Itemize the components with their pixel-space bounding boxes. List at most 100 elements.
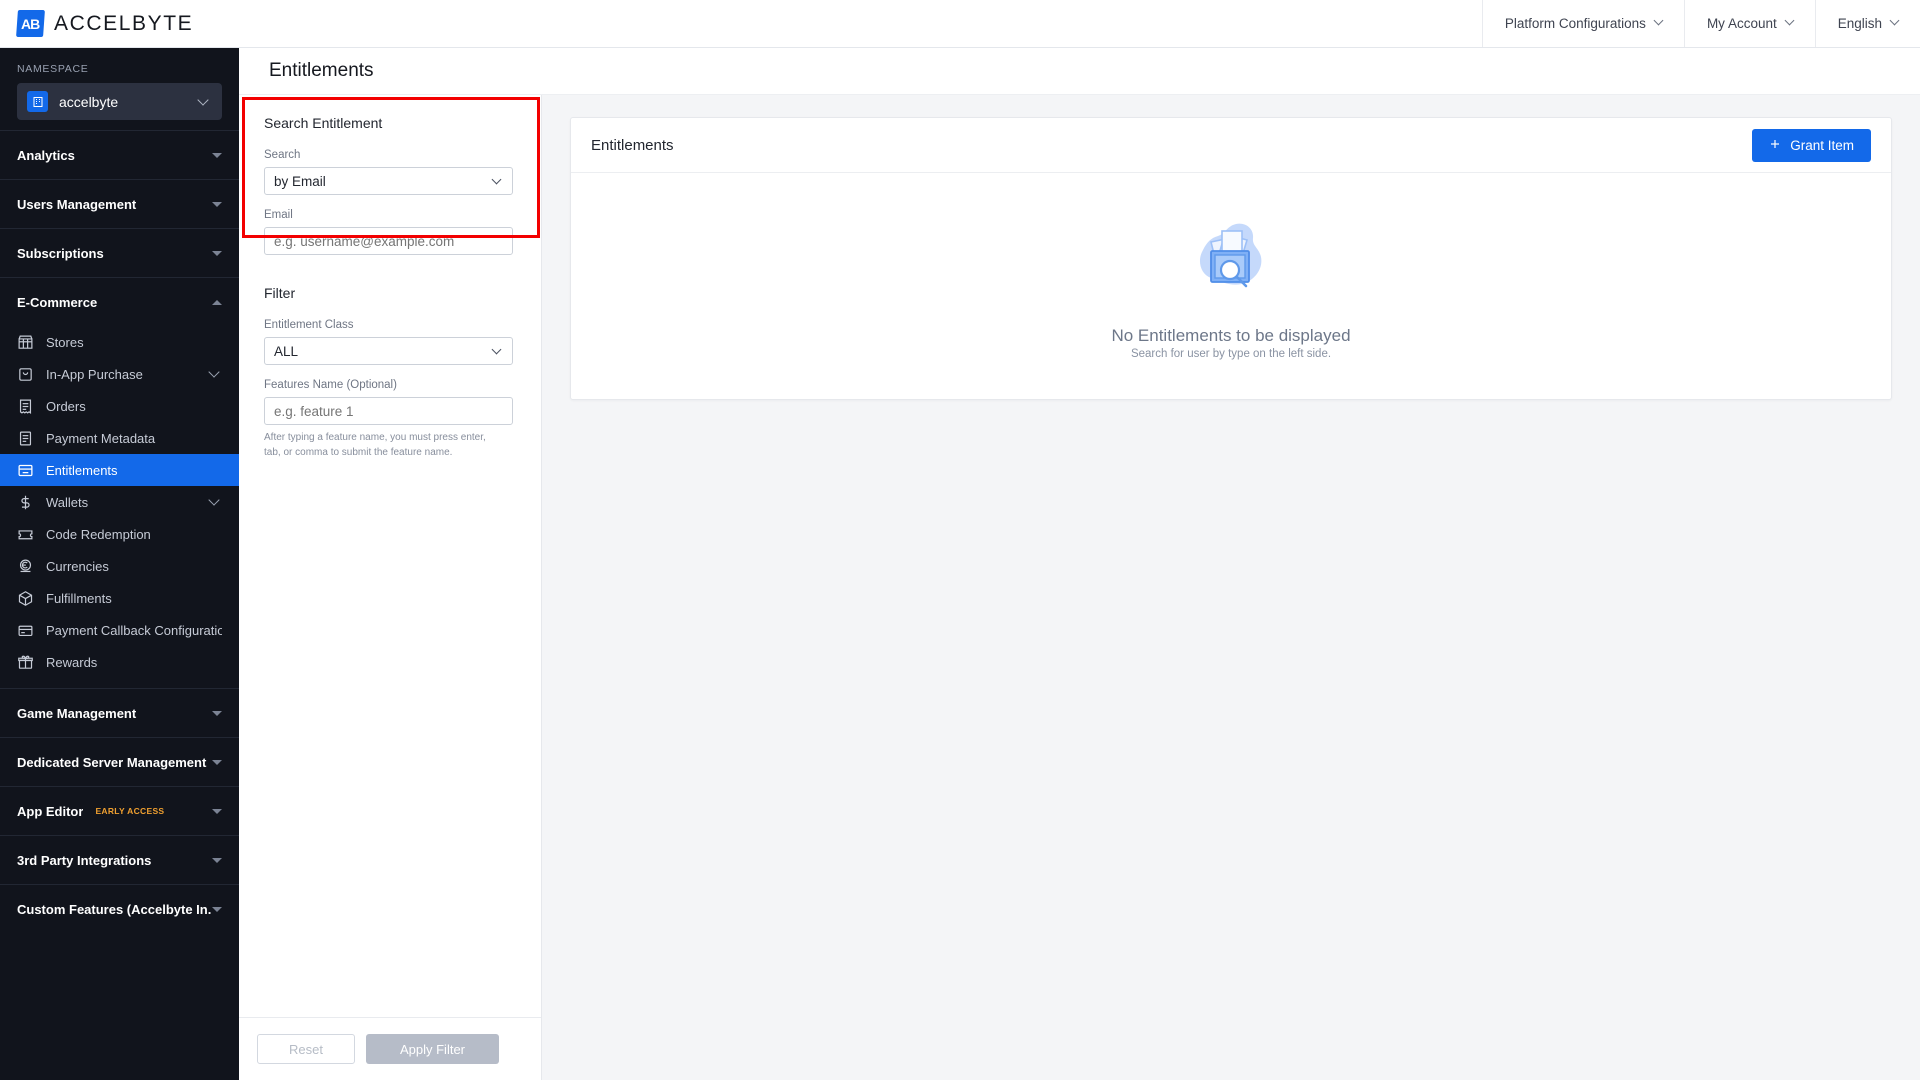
sidebar-item-rewards-label: Rewards bbox=[46, 654, 98, 670]
sidebar-item-stores[interactable]: Stores bbox=[0, 326, 239, 358]
entitlements-card-title: Entitlements bbox=[591, 136, 674, 154]
plus-icon bbox=[1769, 138, 1781, 153]
page-title: Entitlements bbox=[239, 48, 1920, 95]
sidebar-group-subscriptions-label: Subscriptions bbox=[17, 245, 104, 261]
document-icon bbox=[17, 430, 34, 447]
sidebar-group-dedicated-server-management[interactable]: Dedicated Server Management bbox=[0, 737, 239, 786]
sidebar-group-analytics-label: Analytics bbox=[17, 147, 75, 163]
sidebar-item-currencies[interactable]: Currencies bbox=[0, 550, 239, 582]
sidebar-item-wallets[interactable]: Wallets bbox=[0, 486, 239, 518]
sidebar-item-orders-label: Orders bbox=[46, 398, 86, 414]
topnav-language-label: English bbox=[1837, 16, 1882, 31]
logo-mark-text: AB bbox=[21, 15, 40, 32]
sidebar-group-users-management[interactable]: Users Management bbox=[0, 179, 239, 228]
chevron-down-icon bbox=[212, 906, 222, 912]
filter-actions: Reset Apply Filter bbox=[239, 1017, 541, 1080]
entitlements-card: Entitlements Grant Item No Entitlements … bbox=[570, 117, 1892, 400]
sidebar-group-3rd-party-integrations[interactable]: 3rd Party Integrations bbox=[0, 835, 239, 884]
top-bar-spacer bbox=[239, 0, 1482, 47]
search-type-label: Search bbox=[264, 149, 301, 161]
features-name-input[interactable] bbox=[264, 397, 513, 425]
topnav-platform-configurations[interactable]: Platform Configurations bbox=[1481, 0, 1684, 47]
sidebar-group-app-editor-label: App Editor bbox=[17, 803, 84, 819]
sidebar-item-rewards[interactable]: Rewards bbox=[0, 646, 239, 678]
sidebar-item-fulfillments[interactable]: Fulfillments bbox=[0, 582, 239, 614]
entitlement-card-icon bbox=[17, 462, 34, 479]
chevron-down-icon bbox=[212, 759, 222, 765]
sidebar-item-code-redemption-label: Code Redemption bbox=[46, 526, 151, 542]
chevron-down-icon bbox=[212, 710, 222, 716]
filter-section: Filter Entitlement Class ALL Features Na… bbox=[264, 285, 516, 460]
chevron-down-icon bbox=[208, 494, 220, 506]
topnav-my-account-label: My Account bbox=[1706, 16, 1777, 31]
sidebar: NAMESPACE accelbyte Analytics Users Mana… bbox=[0, 48, 239, 1080]
sidebar-group-dedicated-server-management-label: Dedicated Server Management bbox=[17, 754, 207, 770]
sidebar-item-in-app-purchase[interactable]: In-App Purchase bbox=[0, 358, 239, 390]
topnav-platform-configurations-label: Platform Configurations bbox=[1504, 16, 1646, 31]
sidebar-item-orders[interactable]: Orders bbox=[0, 390, 239, 422]
sidebar-item-in-app-purchase-label: In-App Purchase bbox=[46, 366, 143, 382]
namespace-selector[interactable]: accelbyte bbox=[17, 83, 222, 120]
ticket-icon bbox=[17, 526, 34, 543]
top-bar: AB ACCELBYTE Platform Configurations My … bbox=[0, 0, 1920, 48]
features-name-field: Features Name (Optional) After typing a … bbox=[264, 379, 516, 460]
entitlements-card-header: Entitlements Grant Item bbox=[571, 118, 1891, 173]
chevron-down-icon bbox=[212, 250, 222, 256]
chevron-down-icon bbox=[208, 366, 220, 378]
sidebar-item-code-redemption[interactable]: Code Redemption bbox=[0, 518, 239, 550]
sidebar-group-e-commerce-label: E-Commerce bbox=[17, 294, 98, 310]
chevron-up-icon bbox=[212, 299, 222, 305]
grant-item-button-label: Grant Item bbox=[1790, 137, 1854, 153]
search-type-select[interactable]: by Email bbox=[264, 167, 513, 195]
email-input[interactable] bbox=[264, 227, 513, 255]
chevron-down-icon bbox=[491, 174, 502, 184]
bag-icon bbox=[17, 366, 34, 383]
receipt-list-icon bbox=[17, 398, 34, 415]
chevron-down-icon bbox=[212, 857, 222, 863]
entitlement-class-value: ALL bbox=[274, 343, 299, 359]
chevron-down-icon bbox=[1784, 15, 1795, 26]
sidebar-group-app-editor[interactable]: App Editor EARLY ACCESS bbox=[0, 786, 239, 835]
folder-search-illustration bbox=[1181, 213, 1281, 310]
accelbyte-logo-icon: AB bbox=[16, 10, 45, 37]
chevron-down-icon bbox=[197, 93, 209, 106]
reset-button[interactable]: Reset bbox=[257, 1034, 355, 1064]
chevron-down-icon bbox=[1653, 15, 1664, 26]
topnav-language[interactable]: English bbox=[1814, 0, 1920, 47]
chevron-down-icon bbox=[212, 152, 222, 158]
sidebar-ecommerce-items: Stores In-App Purchase Orders Payment Me… bbox=[0, 326, 239, 688]
sidebar-item-payment-metadata[interactable]: Payment Metadata bbox=[0, 422, 239, 454]
sidebar-item-payment-callback-configuration[interactable]: Payment Callback Configuration bbox=[0, 614, 239, 646]
search-section-title: Search Entitlement bbox=[264, 115, 383, 131]
sidebar-item-wallets-label: Wallets bbox=[46, 494, 89, 510]
sidebar-group-e-commerce[interactable]: E-Commerce bbox=[0, 277, 239, 326]
sidebar-group-game-management[interactable]: Game Management bbox=[0, 688, 239, 737]
sidebar-group-game-management-label: Game Management bbox=[17, 705, 137, 721]
main-content: Entitlements Grant Item No Entitlements … bbox=[542, 95, 1920, 1080]
namespace-value: accelbyte bbox=[59, 93, 119, 110]
early-access-badge: EARLY ACCESS bbox=[95, 806, 165, 816]
chevron-down-icon bbox=[212, 808, 222, 814]
brand-logo[interactable]: AB ACCELBYTE bbox=[0, 0, 239, 47]
sidebar-item-entitlements[interactable]: Entitlements bbox=[0, 454, 239, 486]
sidebar-group-subscriptions[interactable]: Subscriptions bbox=[0, 228, 239, 277]
chevron-down-icon bbox=[1889, 15, 1900, 26]
namespace-label: NAMESPACE bbox=[17, 63, 89, 75]
sidebar-group-analytics[interactable]: Analytics bbox=[0, 130, 239, 179]
sidebar-item-entitlements-label: Entitlements bbox=[46, 462, 118, 478]
store-icon bbox=[17, 334, 34, 351]
payment-card-icon bbox=[17, 622, 34, 639]
sidebar-group-custom-features[interactable]: Custom Features (Accelbyte In... bbox=[0, 884, 239, 933]
search-type-value: by Email bbox=[274, 173, 326, 189]
entitlement-class-select[interactable]: ALL bbox=[264, 337, 513, 365]
sidebar-group-users-management-label: Users Management bbox=[17, 196, 137, 212]
sidebar-item-stores-label: Stores bbox=[46, 334, 84, 350]
building-icon bbox=[27, 91, 48, 112]
grant-item-button[interactable]: Grant Item bbox=[1752, 128, 1871, 162]
gift-icon bbox=[17, 654, 34, 671]
features-name-helper-text: After typing a feature name, you must pr… bbox=[264, 432, 486, 458]
sidebar-item-fulfillments-label: Fulfillments bbox=[46, 590, 112, 606]
brand-name: ACCELBYTE bbox=[54, 11, 194, 35]
topnav-my-account[interactable]: My Account bbox=[1683, 0, 1815, 47]
apply-filter-button[interactable]: Apply Filter bbox=[366, 1034, 499, 1064]
